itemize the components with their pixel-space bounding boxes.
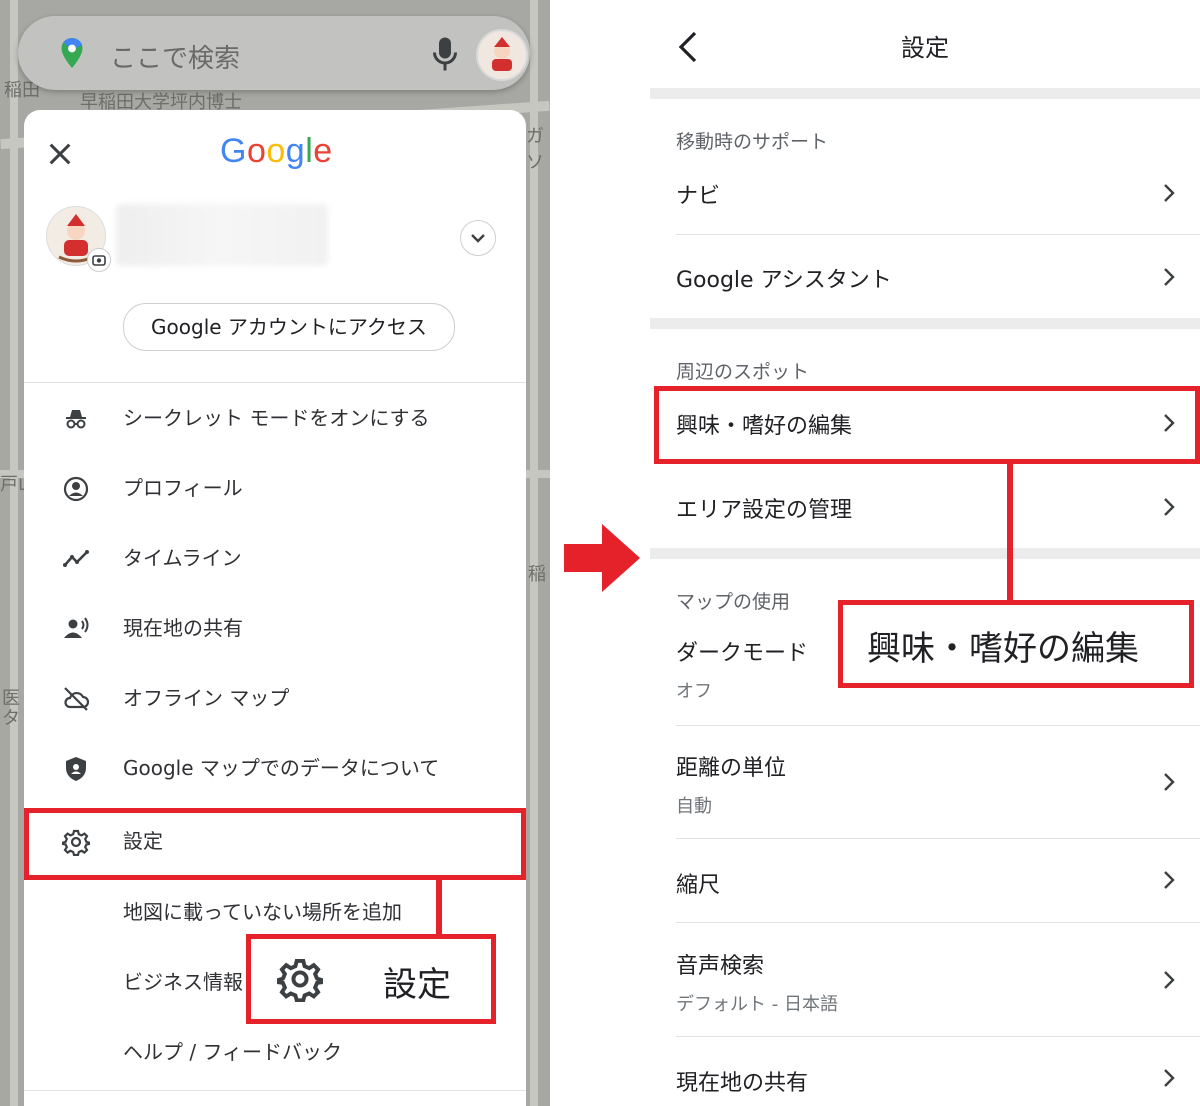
section-separator [650, 88, 1200, 99]
menu-label: 現在地の共有 [123, 616, 243, 640]
blurred-account-name [116, 204, 328, 266]
chevron-right-icon [1164, 871, 1175, 889]
row-value: オフ [676, 681, 712, 702]
row-value: 自動 [676, 796, 712, 817]
menu-label: ヘルプ / フィードバック [123, 1040, 343, 1064]
settings-row-manage-areas[interactable]: エリア設定の管理 [676, 492, 852, 524]
callout-connector-line [1007, 464, 1013, 602]
timeline-icon [63, 550, 89, 567]
close-icon[interactable] [46, 140, 74, 168]
settings-highlight-box [24, 808, 526, 880]
settings-callout: 設定 [246, 934, 496, 1024]
search-bar[interactable]: ここで検索 [18, 16, 530, 90]
divider [676, 234, 1200, 235]
account-switcher-chevron-icon[interactable] [460, 220, 496, 256]
edit-interests-highlight-box [654, 386, 1200, 464]
divider [676, 838, 1200, 839]
menu-item-timeline[interactable]: タイムライン [24, 523, 526, 593]
menu-label: ビジネス情報 [123, 970, 243, 994]
chevron-right-icon [1164, 498, 1175, 516]
settings-row-voice-search[interactable]: 音声検索 [676, 948, 764, 980]
menu-item-help-feedback[interactable]: ヘルプ / フィードバック [24, 1017, 526, 1087]
menu-label: Google マップでのデータについて [123, 756, 440, 780]
settings-row-dark-mode[interactable]: ダークモード [676, 635, 808, 667]
logo-letter: g [285, 132, 306, 170]
page-title: 設定 [901, 34, 949, 62]
shield-icon [66, 757, 86, 781]
logo-letter: o [246, 132, 267, 170]
chevron-right-icon [1164, 268, 1175, 286]
settings-row-scale[interactable]: 縮尺 [676, 867, 720, 899]
settings-row-distance-units[interactable]: 距離の単位 [676, 750, 786, 782]
callout-connector-line [436, 880, 442, 936]
settings-row-google-assistant[interactable]: Google アシスタント [676, 262, 892, 294]
divider [676, 922, 1200, 923]
google-logo: Google [220, 132, 333, 171]
divider [24, 1090, 526, 1091]
location-sharing-icon [64, 617, 89, 638]
left-screenshot-panel: 稲田 早稲田大学坪内博士 ガソ 戸山 稲 医 タ ここで検索 Google Go… [0, 0, 550, 1106]
logo-letter: o [266, 132, 286, 170]
settings-row-location-sharing[interactable]: 現在地の共有 [676, 1065, 808, 1097]
profile-icon [63, 476, 89, 502]
menu-item-location-sharing[interactable]: 現在地の共有 [24, 593, 526, 663]
chevron-right-icon [1164, 971, 1175, 989]
menu-item-incognito[interactable]: シークレット モードをオンにする [24, 383, 526, 453]
callout-label: 興味・嗜好の編集 [867, 629, 1139, 669]
camera-icon[interactable] [87, 248, 111, 272]
map-road [10, 0, 18, 1106]
menu-item-profile[interactable]: プロフィール [24, 453, 526, 523]
chevron-right-icon [1164, 184, 1175, 202]
chevron-right-icon [1164, 1069, 1175, 1087]
menu-item-data-in-maps[interactable]: Google マップでのデータについて [24, 733, 526, 803]
right-arrow-icon [564, 524, 640, 592]
santa-avatar-icon [492, 37, 512, 71]
camera-glyph [92, 255, 106, 266]
gear-icon [277, 958, 323, 1002]
logo-letter: e [313, 132, 333, 170]
right-screenshot-panel: 設定 移動時のサポート ナビ Google アシスタント 周辺のスポット 興味・… [650, 0, 1200, 1106]
edit-interests-callout: 興味・嗜好の編集 [838, 600, 1194, 688]
menu-label: タイムライン [123, 546, 242, 570]
section-separator [650, 318, 1200, 329]
section-header: 移動時のサポート [676, 131, 829, 153]
offline-cloud-icon [64, 687, 90, 711]
menu-item-offline-maps[interactable]: オフライン マップ [24, 663, 526, 733]
search-placeholder[interactable]: ここで検索 [110, 38, 240, 75]
menu-label: シークレット モードをオンにする [123, 406, 430, 430]
divider [676, 725, 1200, 726]
menu-label: オフライン マップ [123, 686, 290, 710]
google-account-button[interactable]: Google アカウントにアクセス [123, 303, 455, 351]
section-header: 周辺のスポット [676, 361, 810, 383]
map-label: ガソ [526, 126, 544, 173]
chevron-right-icon [1164, 773, 1175, 791]
incognito-icon [66, 410, 86, 429]
section-separator [650, 548, 1200, 559]
section-header: マップの使用 [676, 591, 791, 613]
settings-row-navi[interactable]: ナビ [676, 178, 720, 210]
microphone-icon[interactable] [430, 36, 460, 72]
maps-pin-icon [61, 38, 83, 68]
menu-label: プロフィール [123, 476, 243, 500]
map-label: 稲 [528, 564, 546, 585]
chevron-down-icon [471, 234, 485, 243]
logo-letter: G [220, 132, 247, 170]
divider [676, 1036, 1200, 1037]
map-label: タ [2, 708, 20, 729]
user-avatar[interactable] [476, 29, 528, 81]
row-value: デフォルト - 日本語 [676, 994, 838, 1015]
callout-label: 設定 [383, 965, 451, 1005]
